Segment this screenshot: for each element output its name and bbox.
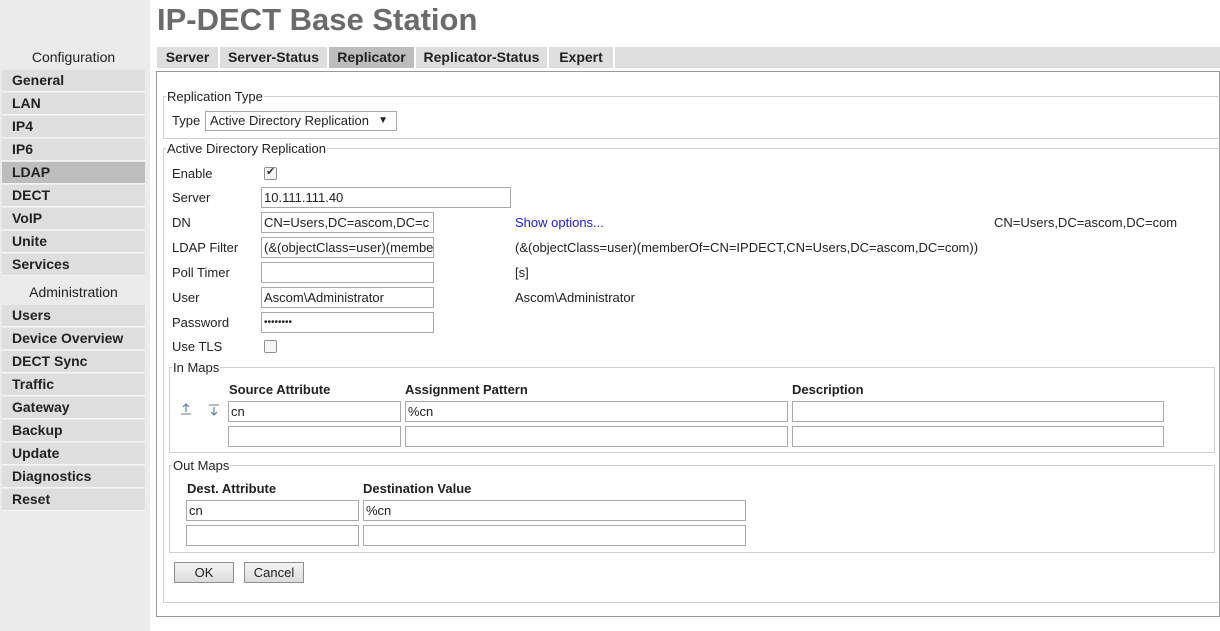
page-title: IP-DECT Base Station: [157, 2, 478, 37]
dest-attribute-header: Dest. Attribute: [187, 481, 277, 496]
server-input[interactable]: 10.111.111.40: [261, 187, 511, 208]
sidebar-item-dect-sync[interactable]: DECT Sync: [2, 351, 145, 373]
use-tls-checkbox[interactable]: [264, 340, 277, 353]
sidebar-item-users[interactable]: Users: [2, 305, 145, 327]
move-down-icon[interactable]: [207, 403, 221, 417]
ok-button[interactable]: OK: [174, 562, 234, 583]
in-maps-legend: In Maps: [173, 360, 220, 375]
sidebar-item-general[interactable]: General: [2, 70, 145, 92]
type-select-value: Active Directory Replication: [210, 113, 369, 128]
tab-server-status[interactable]: Server-Status: [220, 47, 329, 68]
sidebar-item-lan[interactable]: LAN: [2, 93, 145, 115]
administration-heading: Administration: [29, 284, 118, 300]
sidebar-item-traffic[interactable]: Traffic: [2, 374, 145, 396]
poll-timer-input[interactable]: [261, 262, 434, 283]
password-label: Password: [172, 315, 230, 330]
tab-replicator-status[interactable]: Replicator-Status: [416, 47, 549, 68]
password-input[interactable]: ••••••••: [261, 312, 434, 333]
sidebar-item-ldap[interactable]: LDAP: [2, 162, 145, 184]
out-map-dest-attribute[interactable]: [186, 525, 359, 546]
sidebar: Configuration General LAN IP4 IP6 LDAP D…: [0, 0, 150, 631]
destination-value-header: Destination Value: [363, 481, 472, 496]
sidebar-item-ip4[interactable]: IP4: [2, 116, 145, 138]
server-label: Server: [172, 190, 211, 205]
sidebar-item-dect[interactable]: DECT: [2, 185, 145, 207]
sidebar-item-backup[interactable]: Backup: [2, 420, 145, 442]
out-map-dest-attribute[interactable]: cn: [186, 500, 359, 521]
configuration-heading: Configuration: [31, 49, 116, 65]
move-up-icon[interactable]: [179, 402, 193, 416]
user-input[interactable]: Ascom\Administrator: [261, 287, 434, 308]
ldap-filter-input[interactable]: (&(objectClass=user)(membe: [261, 237, 434, 258]
sidebar-item-voip[interactable]: VoIP: [2, 208, 145, 230]
dn-display: CN=Users,DC=ascom,DC=com: [994, 215, 1178, 230]
tab-bar: Server Server-Status Replicator Replicat…: [157, 47, 1220, 68]
in-map-assignment-pattern[interactable]: %cn: [405, 401, 788, 422]
sidebar-item-gateway[interactable]: Gateway: [2, 397, 145, 419]
show-options-link[interactable]: Show options...: [515, 215, 604, 230]
user-display: Ascom\Administrator: [515, 290, 635, 305]
out-map-destination-value[interactable]: %cn: [363, 500, 746, 521]
type-label: Type: [172, 113, 201, 128]
dn-input[interactable]: CN=Users,DC=ascom,DC=c: [261, 212, 434, 233]
enable-label: Enable: [172, 166, 213, 181]
in-map-description[interactable]: [792, 401, 1164, 422]
content-panel: Replication Type Type Active Directory R…: [156, 71, 1220, 617]
sidebar-item-ip6[interactable]: IP6: [2, 139, 145, 161]
poll-timer-label: Poll Timer: [172, 265, 230, 280]
replication-type-legend: Replication Type: [167, 89, 263, 104]
type-select[interactable]: Active Directory Replication ▼: [205, 111, 397, 131]
enable-checkbox[interactable]: ✔: [264, 166, 277, 180]
out-map-destination-value[interactable]: [363, 525, 746, 546]
poll-timer-unit: [s]: [515, 265, 529, 280]
chevron-down-icon: ▼: [378, 115, 388, 126]
sidebar-item-reset[interactable]: Reset: [2, 489, 145, 511]
tab-server[interactable]: Server: [157, 47, 220, 68]
source-attribute-header: Source Attribute: [229, 382, 331, 397]
user-label: User: [172, 290, 200, 305]
sidebar-item-services[interactable]: Services: [2, 254, 145, 276]
in-map-source-attribute[interactable]: cn: [228, 401, 401, 422]
in-map-source-attribute[interactable]: [228, 426, 401, 447]
ad-replication-legend: Active Directory Replication: [167, 141, 326, 156]
cancel-button[interactable]: Cancel: [244, 562, 304, 583]
tab-replicator[interactable]: Replicator: [329, 47, 416, 68]
ldap-filter-label: LDAP Filter: [172, 240, 239, 255]
sidebar-item-diagnostics[interactable]: Diagnostics: [2, 466, 145, 488]
use-tls-label: Use TLS: [172, 339, 223, 354]
dn-label: DN: [172, 215, 191, 230]
tab-expert[interactable]: Expert: [549, 47, 615, 68]
sidebar-item-update[interactable]: Update: [2, 443, 145, 465]
in-map-assignment-pattern[interactable]: [405, 426, 788, 447]
assignment-pattern-header: Assignment Pattern: [405, 382, 528, 397]
description-header: Description: [792, 382, 864, 397]
sidebar-item-device-overview[interactable]: Device Overview: [2, 328, 145, 350]
sidebar-item-unite[interactable]: Unite: [2, 231, 145, 253]
in-map-description[interactable]: [792, 426, 1164, 447]
ldap-filter-display: (&(objectClass=user)(memberOf=CN=IPDECT,…: [515, 240, 979, 255]
out-maps-legend: Out Maps: [173, 458, 230, 473]
checkmark-icon: ✔: [266, 166, 276, 178]
